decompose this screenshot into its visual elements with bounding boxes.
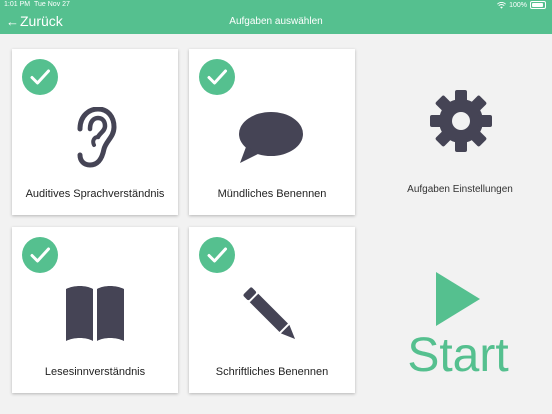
start-label: Start (407, 329, 509, 382)
checkmark-icon (22, 237, 58, 273)
status-time: 1:01 PM (4, 1, 31, 8)
task-card-lesesinnverstaendnis[interactable]: Lesesinnverständnis (12, 227, 178, 393)
task-card-label: Mündliches Benennen (217, 188, 327, 200)
start-button[interactable]: Start (396, 266, 520, 388)
gear-icon (430, 90, 492, 152)
task-card-schriftliches-benennen[interactable]: Schriftliches Benennen (189, 227, 355, 393)
wifi-icon (497, 1, 507, 9)
settings-label: Aufgaben Einstellungen (407, 184, 513, 195)
speech-bubble-icon (239, 112, 303, 163)
task-card-label: Schriftliches Benennen (215, 366, 329, 378)
status-date: Tue Nov 27 (34, 1, 70, 8)
task-card-muendliches-benennen[interactable]: Mündliches Benennen (189, 49, 355, 215)
nav-bar: 1:01 PM Tue Nov 27 100% ← Zurück Aufgabe… (0, 0, 552, 34)
ear-icon (77, 107, 117, 168)
task-card-auditives-sprachverstaendnis[interactable]: Auditives Sprachverständnis (12, 49, 178, 215)
battery-percent: 100% (509, 1, 527, 9)
book-icon (66, 286, 124, 341)
page-title: Aufgaben auswählen (229, 16, 323, 27)
checkmark-icon (22, 59, 58, 95)
checkmark-icon (199, 237, 235, 273)
checkmark-icon (199, 59, 235, 95)
play-icon (436, 272, 480, 326)
battery-icon (530, 1, 546, 9)
task-card-label: Lesesinnverständnis (44, 366, 146, 378)
task-settings-button[interactable]: Aufgaben Einstellungen (392, 86, 528, 206)
pencil-icon (243, 287, 296, 340)
status-indicators: 100% (497, 1, 546, 9)
task-card-label: Auditives Sprachverständnis (25, 188, 165, 200)
